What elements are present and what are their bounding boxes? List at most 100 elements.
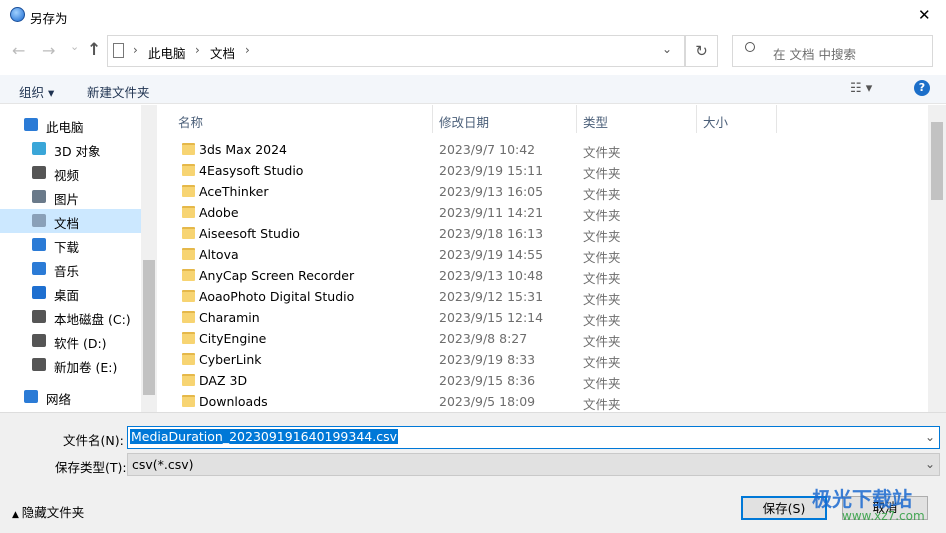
sidebar-scrollbar[interactable]: [141, 105, 157, 412]
file-type: 文件夹: [583, 397, 621, 412]
forward-button[interactable]: →: [42, 41, 55, 60]
file-list-scrollbar[interactable]: [928, 105, 946, 412]
sidebar-item-label: 软件 (D:): [54, 336, 107, 351]
sidebar-item[interactable]: 图片: [0, 185, 141, 209]
new-folder-button[interactable]: 新建文件夹: [87, 82, 150, 101]
organize-menu[interactable]: 组织 ▾: [19, 82, 54, 101]
table-row[interactable]: CyberLink 2023/9/19 8:33 文件夹: [158, 349, 928, 370]
table-row[interactable]: Adobe 2023/9/11 14:21 文件夹: [158, 202, 928, 223]
refresh-button[interactable]: ↻: [685, 35, 718, 67]
navigation-pane: 此电脑 3D 对象视频图片文档下载音乐桌面本地磁盘 (C:) 软件 (D:) 新加卷 …: [0, 105, 157, 412]
column-divider[interactable]: [432, 105, 433, 133]
recent-locations-button[interactable]: ⌄: [70, 40, 79, 53]
address-dropdown[interactable]: ⌄: [662, 42, 672, 56]
sidebar-item[interactable]: 3D 对象: [0, 137, 141, 161]
table-row[interactable]: Downloads 2023/9/5 18:09 文件夹: [158, 391, 928, 412]
refresh-icon: ↻: [695, 42, 708, 60]
column-type[interactable]: 类型: [583, 112, 608, 131]
sidebar-item[interactable]: 此电脑: [0, 113, 141, 137]
file-name: 3ds Max 2024: [199, 142, 288, 157]
file-type: 文件夹: [583, 187, 621, 202]
view-options-button[interactable]: ☷ ▾: [850, 81, 872, 96]
breadcrumb-this-pc[interactable]: 此电脑: [148, 43, 186, 62]
sidebar-item-label: 网络: [46, 392, 72, 407]
table-row[interactable]: AnyCap Screen Recorder 2023/9/13 10:48 文件夹: [158, 265, 928, 286]
sidebar-item[interactable]: 文档: [0, 209, 141, 233]
up-button[interactable]: ↑: [87, 40, 101, 60]
save-form: 文件名(N): MediaDuration_202309191640199344…: [0, 412, 946, 533]
drive-icon: [32, 358, 46, 371]
column-divider[interactable]: [576, 105, 577, 133]
file-date: 2023/9/13 16:05: [439, 184, 544, 199]
file-name: DAZ 3D: [199, 373, 248, 388]
file-type: 文件夹: [583, 250, 621, 265]
column-size[interactable]: 大小: [703, 112, 728, 131]
table-row[interactable]: 4Easysoft Studio 2023/9/19 15:11 文件夹: [158, 160, 928, 181]
window-title: 另存为: [30, 11, 68, 26]
filename-input[interactable]: MediaDuration_202309191640199344.csv ⌄: [127, 426, 940, 449]
scrollbar-thumb[interactable]: [931, 122, 943, 200]
file-name: Aiseesoft Studio: [199, 226, 300, 241]
sidebar-item-label: 本地磁盘 (C:): [54, 312, 131, 327]
table-row[interactable]: AoaoPhoto Digital Studio 2023/9/12 15:31 文…: [158, 286, 928, 307]
file-type: 文件夹: [583, 166, 621, 181]
watermark-url: www.xz7.com: [842, 509, 925, 523]
sidebar-item-label: 下载: [54, 240, 80, 255]
file-name: AnyCap Screen Recorder: [199, 268, 355, 283]
sidebar-item[interactable]: 新加卷 (E:): [0, 353, 141, 377]
help-button[interactable]: ?: [914, 80, 930, 96]
back-button[interactable]: ←: [12, 41, 25, 60]
column-divider[interactable]: [776, 105, 777, 133]
file-type: 文件夹: [583, 208, 621, 223]
chevron-down-icon: ⌄: [925, 457, 936, 471]
file-date: 2023/9/19 8:33: [439, 352, 536, 367]
breadcrumb-documents[interactable]: 文档: [210, 43, 235, 62]
close-button[interactable]: ✕: [918, 6, 931, 24]
sidebar-item[interactable]: 下载: [0, 233, 141, 257]
file-name: Downloads: [199, 394, 268, 409]
search-placeholder: 在 文档 中搜索: [773, 47, 856, 62]
sidebar-item-label: 视频: [54, 168, 80, 183]
sidebar-item[interactable]: 音乐: [0, 257, 141, 281]
table-row[interactable]: Charamin 2023/9/15 12:14 文件夹: [158, 307, 928, 328]
watermark-logo: 极光下载站: [812, 487, 912, 511]
documents-icon: [113, 43, 124, 58]
search-input[interactable]: 在 文档 中搜索: [732, 35, 933, 67]
column-name[interactable]: 名称: [178, 112, 203, 131]
sidebar-item[interactable]: 本地磁盘 (C:): [0, 305, 141, 329]
table-row[interactable]: DAZ 3D 2023/9/15 8:36 文件夹: [158, 370, 928, 391]
table-row[interactable]: Altova 2023/9/19 14:55 文件夹: [158, 244, 928, 265]
chevron-down-icon[interactable]: ⌄: [925, 430, 935, 444]
address-bar[interactable]: › 此电脑 › 文档 › ⌄: [107, 35, 685, 67]
sidebar-item[interactable]: 桌面: [0, 281, 141, 305]
app-icon: [10, 7, 25, 22]
sidebar-item-label: 文档: [54, 216, 80, 231]
sidebar-item[interactable]: 视频: [0, 161, 141, 185]
3d-objects-icon: [32, 142, 46, 155]
table-row[interactable]: Aiseesoft Studio 2023/9/18 16:13 文件夹: [158, 223, 928, 244]
hide-folders-button[interactable]: ▲ 隐藏文件夹: [12, 502, 84, 521]
chevron-right-icon: ›: [133, 43, 138, 57]
file-type-select[interactable]: csv(*.csv) ⌄: [127, 453, 940, 476]
documents-icon: [32, 214, 46, 227]
navigation-bar: ← → ⌄ ↑ › 此电脑 › 文档 › ⌄ ↻ 在 文档 中搜索: [0, 32, 946, 72]
file-type: 文件夹: [583, 334, 621, 349]
column-date[interactable]: 修改日期: [439, 112, 489, 131]
folder-icon: [182, 248, 195, 260]
download-icon: [32, 238, 46, 251]
sidebar-item[interactable]: 软件 (D:): [0, 329, 141, 353]
column-divider[interactable]: [696, 105, 697, 133]
table-row[interactable]: 3ds Max 2024 2023/9/7 10:42 文件夹: [158, 139, 928, 160]
file-date: 2023/9/13 10:48: [439, 268, 544, 283]
table-row[interactable]: CityEngine 2023/9/8 8:27 文件夹: [158, 328, 928, 349]
file-name: Altova: [199, 247, 239, 262]
folder-icon: [182, 374, 195, 386]
chevron-right-icon: ›: [245, 43, 250, 57]
file-date: 2023/9/5 18:09: [439, 394, 536, 409]
sidebar-item[interactable]: 网络: [0, 385, 141, 409]
sidebar-item-label: 音乐: [54, 264, 80, 279]
table-row[interactable]: AceThinker 2023/9/13 16:05 文件夹: [158, 181, 928, 202]
scrollbar-thumb[interactable]: [143, 260, 155, 395]
file-name: Charamin: [199, 310, 260, 325]
sidebar-item-label: 此电脑: [46, 120, 84, 135]
